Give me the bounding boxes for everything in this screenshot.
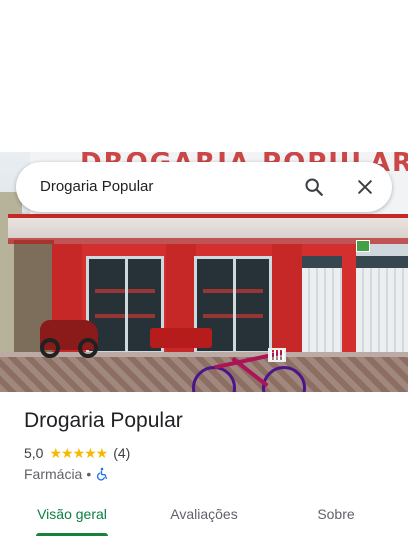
red-bench [150,328,212,348]
top-blank-area [0,0,408,152]
separator-dot: • [86,466,92,482]
search-icon[interactable] [299,172,329,202]
tab-overview[interactable]: Visão geral [22,496,122,536]
star-rating-icon: ★★★★★ [49,444,108,461]
active-tab-indicator [36,533,108,536]
shutter-door [302,256,342,358]
place-category: Farmácia [24,466,83,482]
store-canopy [8,214,408,240]
place-title: Drogaria Popular [24,409,183,432]
search-input[interactable]: Drogaria Popular [40,162,153,212]
place-tabs: Visão geral Avaliações Sobre [0,496,408,536]
tab-reviews[interactable]: Avaliações [150,496,258,536]
bicycle-basket [268,348,286,362]
category-row: Farmácia • [24,465,109,483]
shutter-door [356,256,408,358]
tab-about[interactable]: Sobre [290,496,382,536]
search-bar[interactable]: Drogaria Popular [16,162,392,212]
rating-row[interactable]: 5,0 ★★★★★ (4) [24,444,130,462]
rating-value: 5,0 [24,445,44,461]
close-icon[interactable] [350,172,380,202]
review-count[interactable]: (4) [113,445,130,461]
wheelchair-icon [95,467,109,481]
